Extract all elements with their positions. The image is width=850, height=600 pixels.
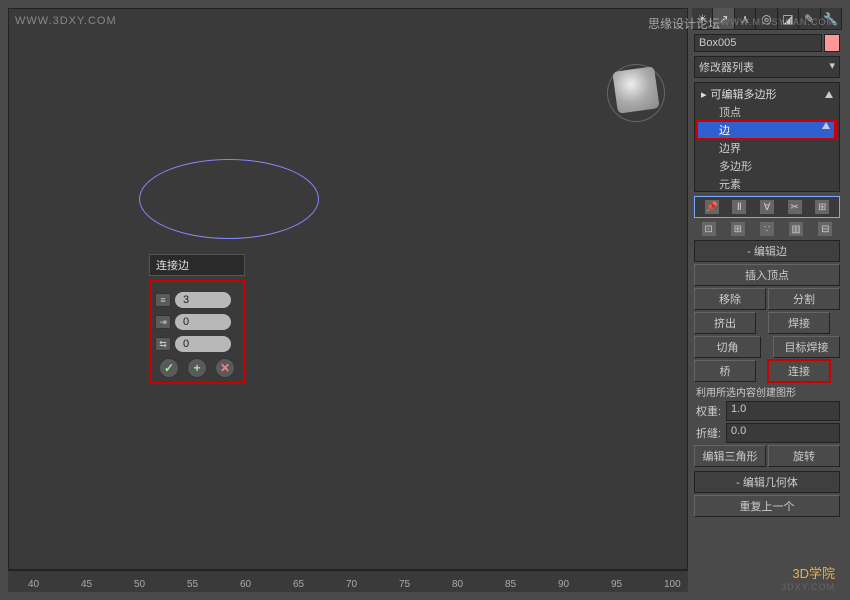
subobj-border[interactable]: 边界 [697, 139, 837, 157]
watermark-logo: 3D学院 [792, 563, 835, 582]
remove-mod-icon[interactable]: ✂ [788, 200, 802, 214]
configure-icon[interactable]: ⊞ [815, 200, 829, 214]
pinch-spinner[interactable]: 0 [175, 314, 231, 330]
modifier-stack[interactable]: ▸ 可编辑多边形 顶点 边 边界 多边形 元素 [694, 82, 840, 192]
pin-stack-icon[interactable]: 📌 [705, 200, 719, 214]
turn-button[interactable]: 旋转 [768, 445, 840, 467]
sel-edge-icon[interactable]: ⊞ [731, 222, 745, 236]
crease-spinner[interactable]: 0.0 [726, 423, 840, 443]
weight-spinner[interactable]: 1.0 [726, 401, 840, 421]
object-name-field[interactable]: Box005 [694, 34, 822, 52]
caddy-ok-button[interactable]: ✓ [159, 358, 179, 378]
watermark-top-left: WWW.3DXY.COM [15, 15, 117, 27]
edit-edges-rollout[interactable]: - 编辑边 [694, 240, 840, 262]
sel-elem-icon[interactable]: ⊟ [818, 222, 832, 236]
weld-button[interactable]: 焊接 [768, 312, 830, 334]
segments-spinner[interactable]: 3 [175, 292, 231, 308]
insert-vertex-button[interactable]: 插入顶点 [694, 264, 840, 286]
target-weld-button[interactable]: 目标焊接 [773, 336, 840, 358]
bridge-button[interactable]: 桥 [694, 360, 756, 382]
slide-spinner[interactable]: 0 [175, 336, 231, 352]
caddy-cancel-button[interactable]: ✕ [215, 358, 235, 378]
edit-tri-button[interactable]: 编辑三角形 [694, 445, 766, 467]
make-unique-icon[interactable]: ∀ [760, 200, 774, 214]
stack-tools: 📌 Ⅱ ∀ ✂ ⊞ [694, 196, 840, 218]
modifier-list-dropdown[interactable]: 修改器列表 ▾ [694, 56, 840, 78]
weight-label: 权重: [694, 401, 724, 421]
expand-icon: ▸ [701, 88, 707, 101]
stack-arrow-icon [825, 91, 833, 98]
stack-sel-icon [822, 122, 830, 129]
repeat-last-button[interactable]: 重复上一个 [694, 495, 840, 517]
watermark-top-right-url: WWW.MISSYUAN.COM [721, 17, 835, 27]
sel-poly-icon[interactable]: ▥ [789, 222, 803, 236]
geometry-canvas [9, 9, 309, 159]
chamfer-button[interactable]: 切角 [694, 336, 761, 358]
remove-button[interactable]: 移除 [694, 288, 766, 310]
extrude-button[interactable]: 挤出 [694, 312, 756, 334]
chevron-down-icon: ▾ [829, 59, 835, 75]
selection-icons: ⊡ ⊞ ∵ ▥ ⊟ [694, 222, 840, 236]
watermark-bottom-url: 3DXY.COM [781, 582, 835, 592]
pinch-icon: ⇥ [155, 315, 171, 329]
create-shape-label: 利用所选内容创建图形 [696, 384, 838, 399]
caddy-highlight: ≡ 3 ⇥ 0 ⇆ 0 ✓ + ✕ [149, 280, 245, 384]
crease-label: 折缝: [694, 423, 724, 443]
sel-vertex-icon[interactable]: ⊡ [702, 222, 716, 236]
watermark-top-right-cn: 思缘设计论坛 [648, 15, 720, 32]
subobj-vertex[interactable]: 顶点 [697, 103, 837, 121]
object-color-swatch[interactable] [824, 34, 840, 52]
subobj-polygon[interactable]: 多边形 [697, 157, 837, 175]
caddy-apply-button[interactable]: + [187, 358, 207, 378]
command-panel: ☀ ↗ ⋏ ◎ ◪ ✎ 🔧 Box005 修改器列表 ▾ ▸ 可编辑多边形 顶点… [692, 8, 842, 570]
split-button[interactable]: 分割 [768, 288, 840, 310]
rotation-gizmo[interactable] [139, 159, 319, 239]
sel-border-icon[interactable]: ∵ [760, 222, 774, 236]
viewcube[interactable] [612, 66, 659, 113]
segments-icon: ≡ [155, 293, 171, 307]
caddy-title: 连接边 [149, 254, 245, 276]
slide-icon: ⇆ [155, 337, 171, 351]
edit-geom-rollout[interactable]: - 编辑几何体 [694, 471, 840, 493]
connect-edges-caddy: 连接边 ≡ 3 ⇥ 0 ⇆ 0 ✓ + ✕ [149, 254, 245, 384]
show-result-icon[interactable]: Ⅱ [732, 200, 746, 214]
subobj-edge[interactable]: 边 [697, 121, 837, 139]
connect-button[interactable]: 连接 [768, 360, 830, 382]
stack-root[interactable]: ▸ 可编辑多边形 [697, 85, 837, 103]
viewport[interactable]: 连接边 ≡ 3 ⇥ 0 ⇆ 0 ✓ + ✕ [8, 8, 688, 570]
subobj-element[interactable]: 元素 [697, 175, 837, 193]
time-ruler[interactable]: 40 45 50 55 60 65 70 75 80 85 90 95 100 [8, 570, 688, 592]
